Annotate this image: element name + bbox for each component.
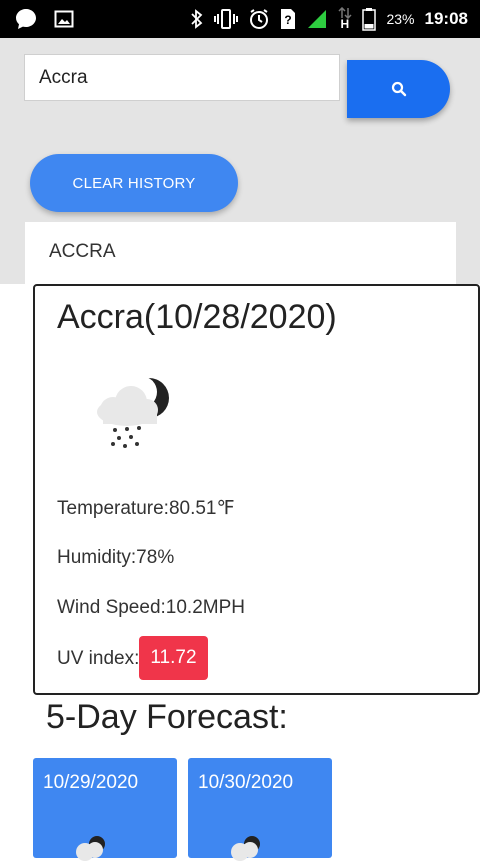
- uv-index-row: UV index: 11.72: [57, 636, 208, 681]
- history-item[interactable]: ACCRA: [25, 222, 456, 284]
- image-icon: [54, 10, 74, 28]
- forecast-date: 10/29/2020: [43, 772, 139, 793]
- search-button[interactable]: [347, 60, 450, 118]
- night-rain-icon: [76, 836, 105, 861]
- clear-history-button[interactable]: CLEAR HISTORY: [30, 154, 238, 212]
- current-city-title: Accra(10/28/2020): [57, 298, 337, 336]
- uv-index-badge: 11.72: [139, 636, 208, 680]
- forecast-heading: 5-Day Forecast:: [46, 698, 288, 736]
- vibrate-icon: [214, 9, 239, 29]
- night-rain-icon: [231, 836, 260, 861]
- temperature-value: Temperature:80.51℉: [57, 498, 235, 519]
- no-sim-icon: ?: [281, 9, 296, 29]
- forecast-card: 10/30/2020: [188, 758, 332, 861]
- alarm-icon: [250, 9, 269, 29]
- forecast-date: 10/30/2020: [198, 772, 294, 793]
- chat-bubble-icon: [16, 9, 36, 29]
- forecast-card: 10/29/2020: [33, 758, 177, 861]
- wind-speed-value: Wind Speed:10.2MPH: [57, 597, 245, 618]
- svg-text:?: ?: [285, 13, 292, 27]
- bluetooth-icon: [191, 9, 203, 29]
- network-type-label: H: [338, 7, 353, 31]
- search-icon: [391, 81, 406, 97]
- night-rain-icon: [97, 376, 169, 448]
- current-weather-card: Accra(10/28/2020) Temperature:80.51℉ Hum…: [33, 284, 480, 695]
- status-bar: ? H 23% 19:08: [0, 0, 480, 38]
- uv-index-label: UV index:: [57, 648, 140, 670]
- clock: 19:08: [424, 9, 468, 28]
- search-input[interactable]: [24, 54, 340, 101]
- humidity-value: Humidity:78%: [57, 547, 175, 568]
- signal-icon: [308, 10, 327, 28]
- search-panel: CLEAR HISTORY ACCRA: [0, 38, 480, 284]
- battery-icon: [362, 8, 377, 31]
- battery-percent: 23%: [386, 11, 415, 27]
